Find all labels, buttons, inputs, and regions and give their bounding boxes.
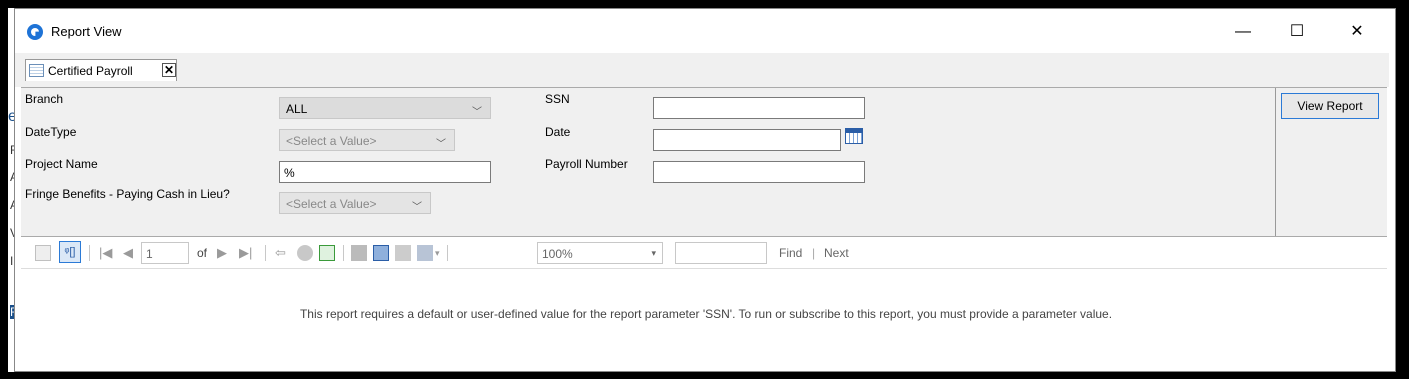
report-icon [29,64,44,77]
parameters-panel: Branch ALL ﹀ DateType <Select a Value> ﹀… [21,87,1387,237]
tab-strip: Certified Payroll ✕ [15,53,1389,87]
project-name-input[interactable]: % [279,161,491,183]
bg-letter: I [10,254,14,268]
date-label: Date [545,125,571,139]
screen: e F A A V I F Report View — ☐ ✕ Certifie… [0,0,1409,379]
chevron-down-icon: ﹀ [436,139,446,150]
zoom-value: 100% [542,247,573,261]
report-message: This report requires a default or user-d… [299,307,1113,321]
tab-label: Certified Payroll [48,64,133,78]
find-button[interactable]: Find [779,246,802,260]
zoom-dropdown[interactable]: 100% ▾ [537,242,663,264]
project-name-label: Project Name [25,157,98,171]
close-button[interactable]: ✕ [1337,19,1377,45]
branch-value: ALL [286,102,308,116]
app-icon [27,24,43,40]
print-icon[interactable] [351,245,367,261]
fringe-dropdown[interactable]: <Select a Value> ﹀ [279,192,431,214]
find-input[interactable] [675,242,767,264]
panel-divider [1275,88,1276,236]
export-icon[interactable] [417,245,433,261]
previous-page-icon[interactable]: ◀ [123,245,133,261]
calendar-icon[interactable] [845,128,863,144]
branch-dropdown[interactable]: ALL ﹀ [279,97,491,119]
window-title: Report View [51,24,122,39]
fringe-value: <Select a Value> [286,197,377,211]
page-number-input[interactable]: 1 [141,242,189,264]
maximize-button[interactable]: ☐ [1277,19,1317,45]
tab-close-icon[interactable]: ✕ [162,63,176,77]
branch-label: Branch [25,92,64,106]
datetype-dropdown[interactable]: <Select a Value> ﹀ [279,129,455,151]
report-toolbar: ᵠ[] |◀ ◀ 1 of ▶ ▶| ⇦ ▾ 100% ▾ Find | Nex… [21,237,1387,269]
toolbar-separator [447,245,448,261]
document-map-icon[interactable] [35,245,51,261]
ssn-input[interactable] [653,97,865,119]
chevron-down-icon: ﹀ [472,107,482,118]
last-page-icon[interactable]: ▶| [239,245,252,261]
payroll-number-input[interactable] [653,161,865,183]
back-icon[interactable]: ⇦ [275,245,286,261]
toolbar-separator [265,245,266,261]
export-dropdown-icon[interactable]: ▾ [435,248,440,259]
next-page-icon[interactable]: ▶ [217,245,227,261]
datetype-value: <Select a Value> [286,134,377,148]
payroll-number-label: Payroll Number [545,157,628,171]
stop-icon[interactable] [297,245,313,261]
print-layout-icon[interactable] [373,245,389,261]
title-bar[interactable]: Report View — ☐ ✕ [15,9,1395,53]
report-view-window: Report View — ☐ ✕ Certified Payroll ✕ Br… [14,8,1396,372]
fringe-label: Fringe Benefits - Paying Cash in Lieu? [25,187,230,201]
first-page-icon[interactable]: |◀ [99,245,112,261]
refresh-icon[interactable] [319,245,335,261]
chevron-down-icon: ▾ [651,248,656,258]
date-input[interactable] [653,129,841,151]
parameters-toggle-icon[interactable]: ᵠ[] [59,241,81,263]
next-button[interactable]: Next [824,246,849,260]
find-separator: | [812,246,816,260]
minimize-button[interactable]: — [1223,19,1263,45]
tab-certified-payroll[interactable]: Certified Payroll ✕ [25,59,177,81]
page-of-label: of [197,246,208,260]
datetype-label: DateType [25,125,77,139]
toolbar-separator [343,245,344,261]
view-report-button[interactable]: View Report [1281,93,1379,119]
ssn-label: SSN [545,92,570,106]
page-setup-icon[interactable] [395,245,411,261]
chevron-down-icon: ﹀ [412,202,422,213]
toolbar-separator [89,245,90,261]
